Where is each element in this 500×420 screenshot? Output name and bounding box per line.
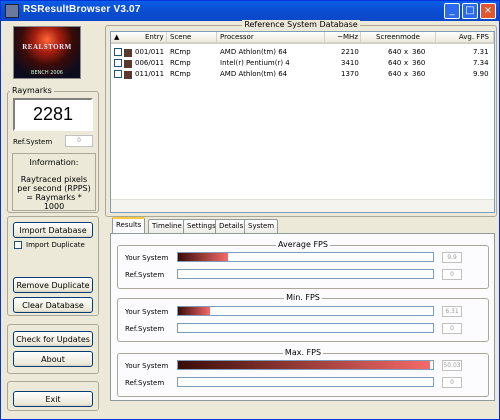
average-fps-your-fill <box>178 253 228 261</box>
information-label: Information: <box>29 158 79 167</box>
close-button[interactable]: × <box>480 3 496 19</box>
min-fps-your-bar <box>177 306 434 316</box>
row-icon <box>124 49 132 57</box>
app-window: RSResultBrowser V3.07 _ □ × REALSTORM BE… <box>0 0 500 420</box>
results-tabs: Results Timeline Settings Details System… <box>110 217 495 403</box>
row-fps: 7.31 <box>473 48 489 56</box>
max-fps-your-bar <box>177 360 434 370</box>
row-times: x <box>404 48 409 56</box>
sort-up-icon: ▲ <box>114 33 120 41</box>
database-title: Reference System Database <box>242 20 360 29</box>
row-checkbox[interactable] <box>114 70 122 78</box>
horizontal-scrollbar[interactable] <box>111 199 494 212</box>
raymarks-label: Raymarks <box>10 86 54 95</box>
window-title: RSResultBrowser V3.07 <box>23 4 141 15</box>
maximize-button[interactable]: □ <box>462 3 478 19</box>
logo-subtitle: BENCH 2006 <box>31 70 63 76</box>
max-fps-your-fill <box>178 361 430 369</box>
results-panel: Average FPS Your System 9.9 Ref.System 0… <box>110 233 495 401</box>
row-processor: Intel(r) Pentium(r) 4 <box>220 59 290 67</box>
column-avg-fps[interactable]: Avg. FPS <box>436 32 494 44</box>
column-entry[interactable]: ▲ Entry <box>111 32 167 44</box>
row-height: 360 <box>412 70 426 78</box>
table-row[interactable]: 006/011 RCmp Intel(r) Pentium(r) 4 3410 … <box>111 58 494 69</box>
max-fps-your-value: 50.03 <box>442 360 462 371</box>
min-fps-group: Min. FPS <box>117 293 489 342</box>
exit-button[interactable]: Exit <box>13 391 93 407</box>
max-fps-title: Max. FPS <box>282 348 324 357</box>
row-width: 640 <box>388 48 402 56</box>
average-fps-your-bar <box>177 252 434 262</box>
ref-system-label: Ref.System <box>125 325 165 333</box>
import-database-button[interactable]: Import Database <box>13 222 93 238</box>
row-fps: 9.90 <box>473 70 489 78</box>
row-entry: 001/011 <box>135 48 165 56</box>
your-system-label: Your System <box>125 308 169 316</box>
ref-system-label: Ref.System <box>125 379 165 387</box>
ref-system-label: Ref.System <box>125 271 165 279</box>
tab-timeline[interactable]: Timeline <box>148 219 186 233</box>
average-fps-title: Average FPS <box>276 240 330 249</box>
max-fps-ref-bar <box>177 377 434 387</box>
row-entry: 011/011 <box>135 70 165 78</box>
max-fps-ref-value: 0 <box>442 377 462 388</box>
row-times: x <box>404 70 409 78</box>
information-box: Information: Raytraced pixels per second… <box>12 153 96 211</box>
realstorm-logo: REALSTORM BENCH 2006 <box>13 26 81 79</box>
ref-system-value: 0 <box>65 135 93 147</box>
row-scene: RCmp <box>170 70 191 78</box>
row-checkbox[interactable] <box>114 59 122 67</box>
your-system-label: Your System <box>125 362 169 370</box>
information-text: Raytraced pixels per second (RPPS) = Ray… <box>17 175 91 211</box>
clear-database-button[interactable]: Clear Database <box>13 297 93 313</box>
database-list[interactable]: ▲ Entry Scene Processor ~MHz Screenmode … <box>110 31 495 213</box>
row-width: 640 <box>388 70 402 78</box>
row-checkbox[interactable] <box>114 48 122 56</box>
min-fps-ref-value: 0 <box>442 323 462 334</box>
column-screenmode[interactable]: Screenmode <box>361 32 436 44</box>
row-mhz: 1370 <box>341 70 359 78</box>
tab-results[interactable]: Results <box>112 217 146 234</box>
row-width: 640 <box>388 59 402 67</box>
tab-system[interactable]: System <box>244 219 279 233</box>
min-fps-your-fill <box>178 307 210 315</box>
logo-name: REALSTORM <box>22 43 72 51</box>
row-icon <box>124 71 132 79</box>
row-entry: 006/011 <box>135 59 165 67</box>
average-fps-ref-value: 0 <box>442 269 462 280</box>
import-duplicate-label: Import Duplicate <box>26 241 85 249</box>
title-bar[interactable]: RSResultBrowser V3.07 _ □ × <box>1 1 499 21</box>
table-row[interactable]: 011/011 RCmp AMD Athlon(tm) 64 1370 640 … <box>111 69 494 80</box>
tab-details[interactable]: Details <box>215 219 248 233</box>
import-duplicate-checkbox[interactable] <box>14 241 22 249</box>
min-fps-your-value: 6.31 <box>442 306 462 317</box>
column-mhz[interactable]: ~MHz <box>325 32 361 44</box>
row-processor: AMD Athlon(tm) 64 <box>220 70 288 78</box>
average-fps-ref-bar <box>177 269 434 279</box>
row-fps: 7.34 <box>473 59 489 67</box>
row-scene: RCmp <box>170 48 191 56</box>
min-fps-title: Min. FPS <box>284 293 322 302</box>
app-icon <box>5 4 19 18</box>
row-times: x <box>404 59 409 67</box>
row-height: 360 <box>412 59 426 67</box>
minimize-button[interactable]: _ <box>444 3 460 19</box>
your-system-label: Your System <box>125 254 169 262</box>
column-scene[interactable]: Scene <box>167 32 217 44</box>
row-scene: RCmp <box>170 59 191 67</box>
min-fps-ref-bar <box>177 323 434 333</box>
about-button[interactable]: About <box>13 351 93 367</box>
row-height: 360 <box>412 48 426 56</box>
row-mhz: 2210 <box>341 48 359 56</box>
row-icon <box>124 60 132 68</box>
remove-duplicate-button[interactable]: Remove Duplicate <box>13 277 93 293</box>
ref-system-label: Ref.System <box>13 138 53 146</box>
raymarks-value: 2281 <box>13 98 93 131</box>
row-mhz: 3410 <box>341 59 359 67</box>
average-fps-your-value: 9.9 <box>442 252 462 263</box>
table-row[interactable]: 001/011 RCmp AMD Athlon(tm) 64 2210 640 … <box>111 47 494 58</box>
column-processor[interactable]: Processor <box>217 32 325 44</box>
row-processor: AMD Athlon(tm) 64 <box>220 48 288 56</box>
check-updates-button[interactable]: Check for Updates <box>13 331 93 347</box>
